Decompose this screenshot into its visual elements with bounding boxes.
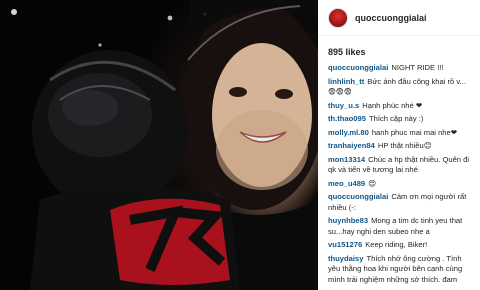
comment-user[interactable]: vu151276 — [328, 240, 362, 249]
comment-user[interactable]: molly.ml.80 — [328, 128, 369, 137]
comment-user[interactable]: thuy_u.s — [328, 101, 359, 110]
comment-list: quoccuonggialai NIGHT RIDE !!! linhlinh_t… — [318, 63, 480, 285]
comment-user[interactable]: quoccuonggialai — [328, 192, 388, 201]
photo-illustration — [0, 0, 318, 290]
comment-user[interactable]: tranhaiyen84 — [328, 141, 375, 150]
comment-user[interactable]: th.thao095 — [328, 114, 366, 123]
comment-text: hanh phuc mai mai nhe❤ — [371, 127, 458, 137]
avatar[interactable] — [328, 7, 348, 28]
comment: tranhaiyen84 HP thật nhiều😊 — [328, 141, 470, 152]
comment: huynhbe83 Mong a tim dc tinh yeu that su.… — [328, 216, 470, 237]
comment-text: Hạnh phúc nhé ❤ — [362, 100, 423, 110]
comment: mon13314 Chúc a hp thật nhiều. Quên đi qk… — [328, 155, 470, 176]
post-side-panel: quoccuonggialai 895 likes quoccuonggiala… — [318, 0, 480, 290]
comment: th.thao095 Thích cặp này :) — [328, 114, 470, 125]
comment-user[interactable]: mon13314 — [328, 155, 365, 164]
comment-user[interactable]: quoccuonggialai — [328, 63, 388, 72]
comment-text: 😍 — [368, 178, 377, 188]
comment: thuy_u.s Hạnh phúc nhé ❤ — [328, 101, 470, 112]
post-photo[interactable] — [0, 0, 318, 290]
comment-user[interactable]: meo_u489 — [328, 179, 365, 188]
likes-count[interactable]: 895 likes — [318, 36, 480, 60]
comment-text: NIGHT RIDE !!! — [391, 63, 444, 72]
comment: vu151276 Keep riding, Biker! — [328, 240, 470, 251]
post-username[interactable]: quoccuonggialai — [355, 13, 427, 23]
comment: linhlinh_tt Bức ảnh đầu công khai rồ v...… — [328, 77, 470, 98]
comment: thuydaisy Thích nhớ ông cường . Tình yêu … — [328, 254, 470, 286]
comment-user[interactable]: thuydaisy — [328, 254, 363, 263]
post-header: quoccuonggialai — [318, 0, 480, 36]
comment: quoccuonggialai NIGHT RIDE !!! — [328, 63, 470, 74]
comment: meo_u489 😍 — [328, 179, 470, 190]
comment-text: Thích cặp này :) — [368, 114, 424, 123]
comment: quoccuonggialai Cảm ơn mọi người rất nhiề… — [328, 192, 470, 213]
comment-user[interactable]: huynhbe83 — [328, 216, 368, 225]
comment-text: HP thật nhiều😊 — [377, 141, 432, 150]
comment-user[interactable]: linhlinh_tt — [328, 77, 364, 86]
comment: molly.ml.80 hanh phuc mai mai nhe❤ — [328, 128, 470, 139]
comment-text: Keep riding, Biker! — [365, 240, 428, 249]
